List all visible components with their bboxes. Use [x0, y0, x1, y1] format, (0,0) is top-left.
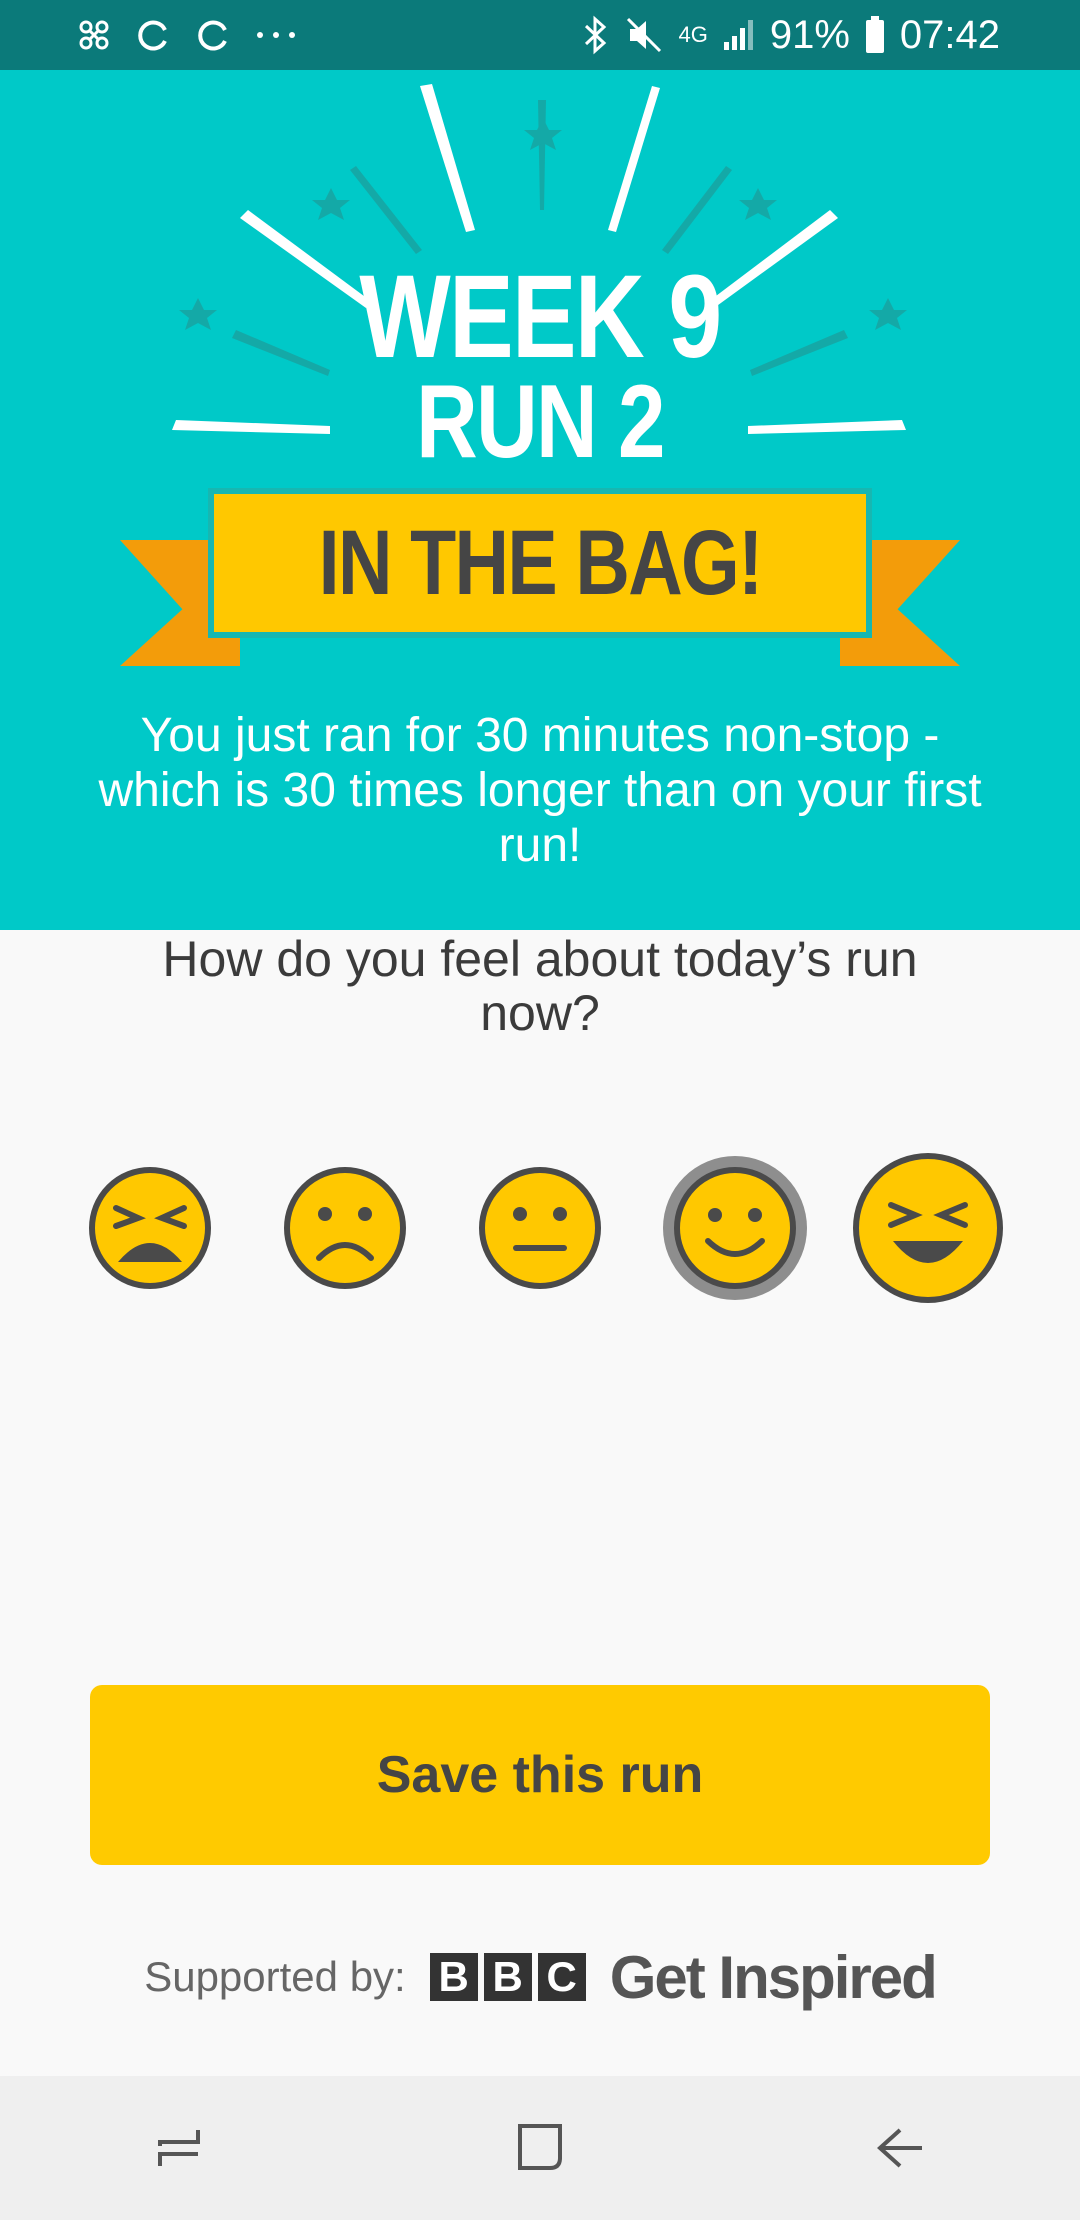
battery-icon	[864, 15, 886, 55]
network-type: 4G	[678, 22, 708, 47]
happy-face-icon[interactable]	[660, 1153, 810, 1303]
bbc-letter: C	[537, 1953, 586, 2001]
status-bar: 4G 91% 07:42	[0, 0, 1080, 70]
run-title: RUN 2	[416, 364, 665, 480]
recent-apps-button[interactable]	[130, 2098, 230, 2198]
bbc-letter: B	[483, 1953, 532, 2001]
back-button[interactable]	[850, 2098, 950, 2198]
supported-label: Supported by:	[144, 1953, 406, 2000]
mute-icon	[624, 15, 664, 55]
save-run-button[interactable]: Save this run	[90, 1685, 990, 1865]
home-icon	[518, 2124, 562, 2170]
bbc-letter: B	[429, 1953, 478, 2001]
back-icon	[877, 2128, 922, 2168]
partner-name: Get Inspired	[609, 1943, 938, 2011]
status-right: 4G 91% 07:42	[580, 13, 1000, 58]
bbc-logo: B B C	[429, 1953, 586, 2001]
achievement-banner: IN THE BAG!	[208, 488, 872, 638]
navigation-bar	[0, 2076, 1080, 2220]
feeling-rating	[0, 1150, 1080, 1310]
banner-text: IN THE BAG!	[318, 511, 764, 614]
feeling-question: How do you feel about today’s run now?	[162, 931, 918, 1041]
app-icon	[76, 17, 112, 53]
sad-face-icon[interactable]	[283, 1166, 407, 1290]
clock: 07:42	[899, 12, 1000, 57]
battery-percent: 91%	[769, 12, 850, 57]
very-happy-face-icon[interactable]	[853, 1153, 1003, 1303]
more-icon	[254, 29, 298, 41]
signal-icon	[722, 18, 756, 52]
supported-by: Supported by: B B C Get Inspired	[0, 1940, 1080, 2014]
bluetooth-icon	[580, 15, 610, 55]
week-title: WEEK 9	[359, 251, 722, 383]
achievement-description: You just ran for 30 minutes non-stop - w…	[98, 709, 982, 872]
home-button[interactable]	[490, 2098, 590, 2198]
celebration-hero: WEEK 9 RUN 2 IN THE BAG! You just ran fo…	[0, 70, 1080, 930]
sync-icon	[194, 16, 232, 54]
status-left	[76, 16, 298, 54]
very-unhappy-face-icon[interactable]	[88, 1166, 212, 1290]
sync-icon	[134, 16, 172, 54]
recent-apps-icon	[158, 2130, 200, 2166]
neutral-face-icon[interactable]	[478, 1166, 602, 1290]
